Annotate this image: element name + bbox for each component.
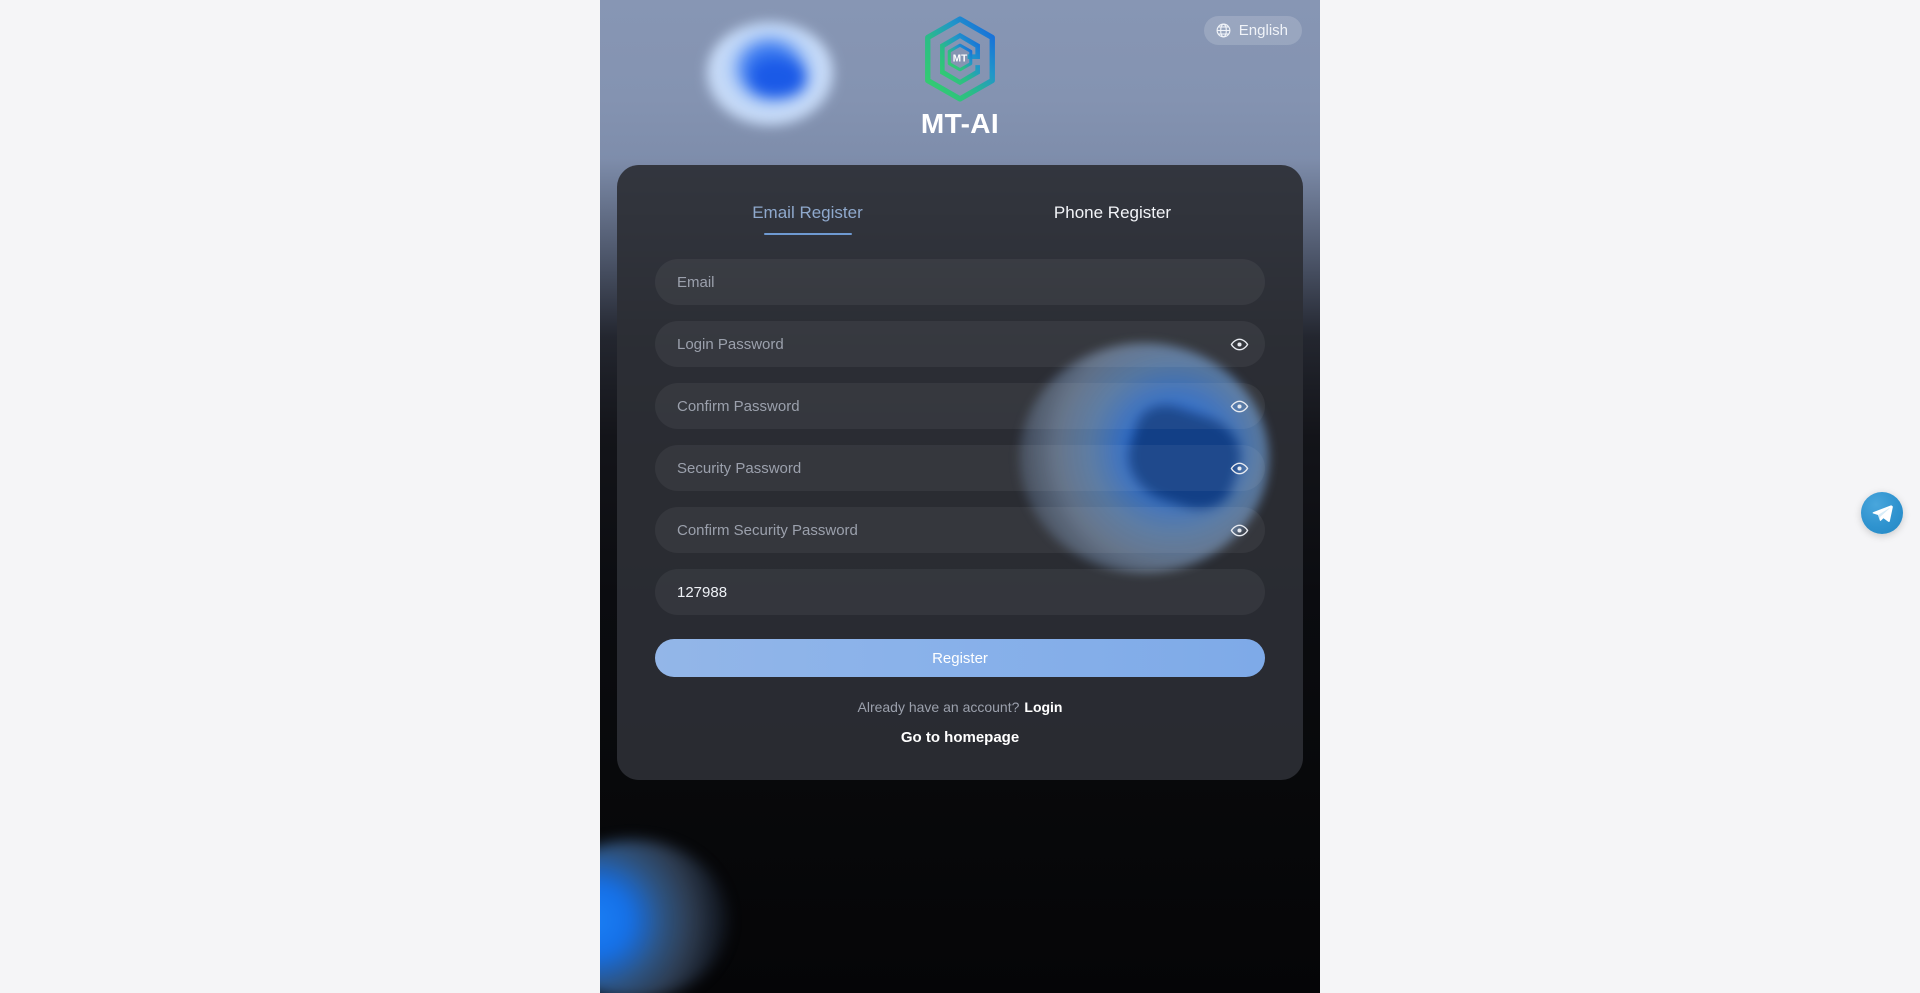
login-prompt: Already have an account? Login [655,699,1265,715]
globe-icon [1215,22,1232,39]
telegram-icon [1871,502,1894,525]
email-input[interactable] [655,259,1265,305]
invitation-code-input[interactable] [655,569,1265,615]
login-password-field[interactable] [655,321,1265,367]
tab-email-register-label: Email Register [752,203,863,222]
register-button[interactable]: Register [655,639,1265,677]
security-password-eye-icon[interactable] [1221,445,1265,491]
tab-phone-register[interactable]: Phone Register [960,187,1265,235]
confirm-security-password-input[interactable] [655,507,1221,553]
invitation-code-field[interactable] [655,569,1265,615]
login-password-input[interactable] [655,321,1221,367]
logo-inner-text: MT [953,53,967,64]
decorative-orb-bottom [600,840,728,993]
register-tabs: Email Register Phone Register [655,187,1265,235]
screen-root: English MT MT-AI Email Register Phone Re… [0,0,1920,993]
language-selector[interactable]: English [1203,16,1302,45]
already-have-account-label: Already have an account? [857,699,1020,715]
confirm-password-field[interactable] [655,383,1265,429]
confirm-password-input[interactable] [655,383,1221,429]
confirm-security-password-eye-icon[interactable] [1221,507,1265,553]
email-field[interactable] [655,259,1265,305]
tab-phone-register-label: Phone Register [1053,203,1172,222]
mobile-viewport: English MT MT-AI Email Register Phone Re… [600,0,1320,993]
go-to-homepage-link[interactable]: Go to homepage [655,729,1265,746]
language-label: English [1238,22,1288,39]
telegram-fab[interactable] [1861,492,1903,534]
confirm-security-password-field[interactable] [655,507,1265,553]
login-password-eye-icon[interactable] [1221,321,1265,367]
brand-name: MT-AI [920,108,1000,139]
security-password-field[interactable] [655,445,1265,491]
tab-email-register[interactable]: Email Register [655,187,960,235]
confirm-password-eye-icon[interactable] [1221,383,1265,429]
security-password-input[interactable] [655,445,1221,491]
register-form: Register Already have an account?Login G… [655,259,1265,746]
login-link[interactable]: Login [1024,699,1062,715]
mt-hexagon-logo-icon: MT [921,16,999,102]
register-card: Email Register Phone Register Email Logi… [617,165,1303,780]
